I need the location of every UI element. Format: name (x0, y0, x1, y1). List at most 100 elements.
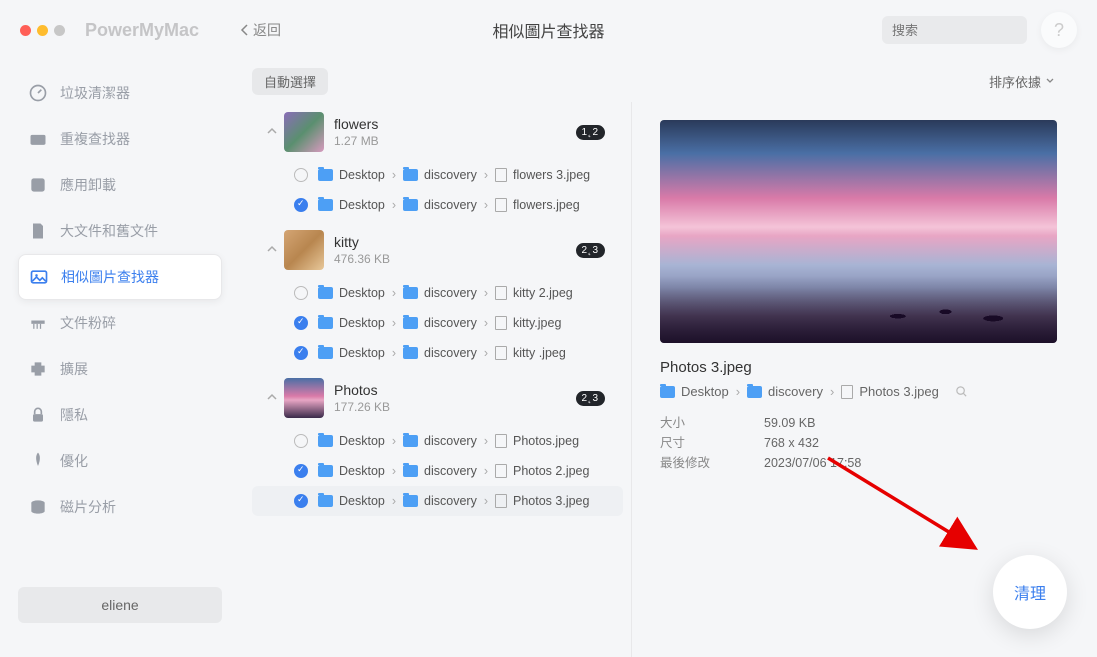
path-segment: discovery (424, 434, 477, 448)
file-row[interactable]: Desktop›discovery› flowers.jpeg (252, 190, 623, 220)
folder-icon (318, 287, 333, 299)
results-list[interactable]: flowers 1.27 MB 1˛2 Desktop›discovery› f… (252, 102, 632, 657)
file-name: kitty.jpeg (513, 316, 561, 330)
sidebar-item-label: 相似圖片查找器 (61, 267, 159, 287)
group-name: Photos (334, 382, 576, 398)
folder-icon (403, 465, 418, 477)
group-name: kitty (334, 234, 576, 250)
search-icon[interactable] (955, 385, 968, 398)
auto-select-button[interactable]: 自動選擇 (252, 68, 328, 95)
file-checkbox[interactable] (294, 346, 308, 360)
folder-icon (403, 435, 418, 447)
sidebar-item-disk-analyze[interactable]: 磁片分析 (18, 484, 222, 530)
rocket-icon (28, 451, 48, 471)
sidebar-item-uninstaller[interactable]: 應用卸載 (18, 162, 222, 208)
file-name: kitty .jpeg (513, 346, 566, 360)
sidebar-item-extensions[interactable]: 擴展 (18, 346, 222, 392)
group-size: 1.27 MB (334, 134, 576, 148)
file-name: Photos 2.jpeg (513, 464, 589, 478)
titlebar: PowerMyMac 返回 相似圖片查找器 ? (0, 0, 1097, 60)
path-segment: Photos 3.jpeg (859, 384, 939, 399)
sidebar-item-optimize[interactable]: 優化 (18, 438, 222, 484)
file-row[interactable]: Desktop›discovery› Photos 3.jpeg (252, 486, 623, 516)
chevron-left-icon (239, 23, 249, 37)
file-icon (495, 434, 507, 448)
file-row[interactable]: Desktop›discovery› flowers 3.jpeg (252, 160, 623, 190)
sidebar-item-trash-cleaner[interactable]: 垃圾清潔器 (18, 70, 222, 116)
file-row[interactable]: Desktop›discovery› Photos.jpeg (252, 426, 623, 456)
meta-label: 大小 (660, 413, 764, 433)
file-name: flowers 3.jpeg (513, 168, 590, 182)
folder-icon (318, 347, 333, 359)
group-header[interactable]: kitty 476.36 KB 2˛3 (252, 220, 623, 278)
file-checkbox[interactable] (294, 464, 308, 478)
path-segment: Desktop (339, 198, 385, 212)
sidebar-item-label: 大文件和舊文件 (60, 221, 158, 241)
folder-icon (403, 169, 418, 181)
path-segment: discovery (424, 316, 477, 330)
file-row[interactable]: Desktop›discovery› kitty 2.jpeg (252, 278, 623, 308)
back-label: 返回 (253, 20, 281, 40)
file-checkbox[interactable] (294, 198, 308, 212)
file-checkbox[interactable] (294, 494, 308, 508)
help-button[interactable]: ? (1041, 12, 1077, 48)
toolbar: 自動選擇 排序依據 (252, 60, 1085, 102)
file-row[interactable]: Desktop›discovery› Photos 2.jpeg (252, 456, 623, 486)
sidebar-item-label: 垃圾清潔器 (60, 83, 130, 103)
sidebar: 垃圾清潔器 重複查找器 應用卸載 大文件和舊文件 相似圖片查找器 文件粉碎 (0, 60, 240, 657)
chevron-up-icon[interactable] (266, 241, 284, 259)
group-header[interactable]: flowers 1.27 MB 1˛2 (252, 102, 623, 160)
file-checkbox[interactable] (294, 434, 308, 448)
file-icon (841, 385, 853, 399)
file-checkbox[interactable] (294, 168, 308, 182)
sidebar-item-similar-images[interactable]: 相似圖片查找器 (18, 254, 222, 300)
folder-icon (747, 386, 762, 398)
folder-icon (660, 386, 675, 398)
chevron-down-icon (1045, 77, 1055, 85)
sidebar-item-duplicate-finder[interactable]: 重複查找器 (18, 116, 222, 162)
path-segment: discovery (424, 346, 477, 360)
preview-image (660, 120, 1057, 343)
image-icon (29, 267, 49, 287)
path-segment: Desktop (339, 346, 385, 360)
clean-button[interactable]: 清理 (993, 555, 1067, 629)
puzzle-icon (28, 359, 48, 379)
sidebar-item-privacy[interactable]: 隱私 (18, 392, 222, 438)
file-icon (495, 494, 507, 508)
sidebar-item-label: 磁片分析 (60, 497, 116, 517)
folder-icon (403, 495, 418, 507)
file-row[interactable]: Desktop›discovery› kitty .jpeg (252, 338, 623, 368)
file-row[interactable]: Desktop›discovery› kitty.jpeg (252, 308, 623, 338)
disk-icon (28, 497, 48, 517)
sidebar-item-label: 擴展 (60, 359, 88, 379)
search-box[interactable] (882, 16, 1027, 44)
user-pill[interactable]: eliene (18, 587, 222, 623)
chevron-up-icon[interactable] (266, 389, 284, 407)
file-icon (495, 346, 507, 360)
folder-icon (318, 435, 333, 447)
sidebar-item-shredder[interactable]: 文件粉碎 (18, 300, 222, 346)
chevron-up-icon[interactable] (266, 123, 284, 141)
sidebar-item-label: 應用卸載 (60, 175, 116, 195)
sort-button[interactable]: 排序依據 (989, 72, 1055, 91)
path-segment: Desktop (339, 494, 385, 508)
file-icon (495, 168, 507, 182)
sidebar-item-label: 文件粉碎 (60, 313, 116, 333)
zoom-dot[interactable] (54, 25, 65, 36)
file-checkbox[interactable] (294, 286, 308, 300)
path-segment: Desktop (339, 464, 385, 478)
back-button[interactable]: 返回 (239, 20, 281, 40)
group-size: 177.26 KB (334, 400, 576, 414)
path-segment: discovery (424, 464, 477, 478)
sidebar-item-large-old-files[interactable]: 大文件和舊文件 (18, 208, 222, 254)
folder-icon (403, 287, 418, 299)
group-header[interactable]: Photos 177.26 KB 2˛3 (252, 368, 623, 426)
file-checkbox[interactable] (294, 316, 308, 330)
close-dot[interactable] (20, 25, 31, 36)
annotation-arrow (820, 450, 1000, 580)
minimize-dot[interactable] (37, 25, 48, 36)
folder-icon (28, 129, 48, 149)
file-icon (495, 464, 507, 478)
path-segment: Desktop (339, 286, 385, 300)
app-icon (28, 175, 48, 195)
